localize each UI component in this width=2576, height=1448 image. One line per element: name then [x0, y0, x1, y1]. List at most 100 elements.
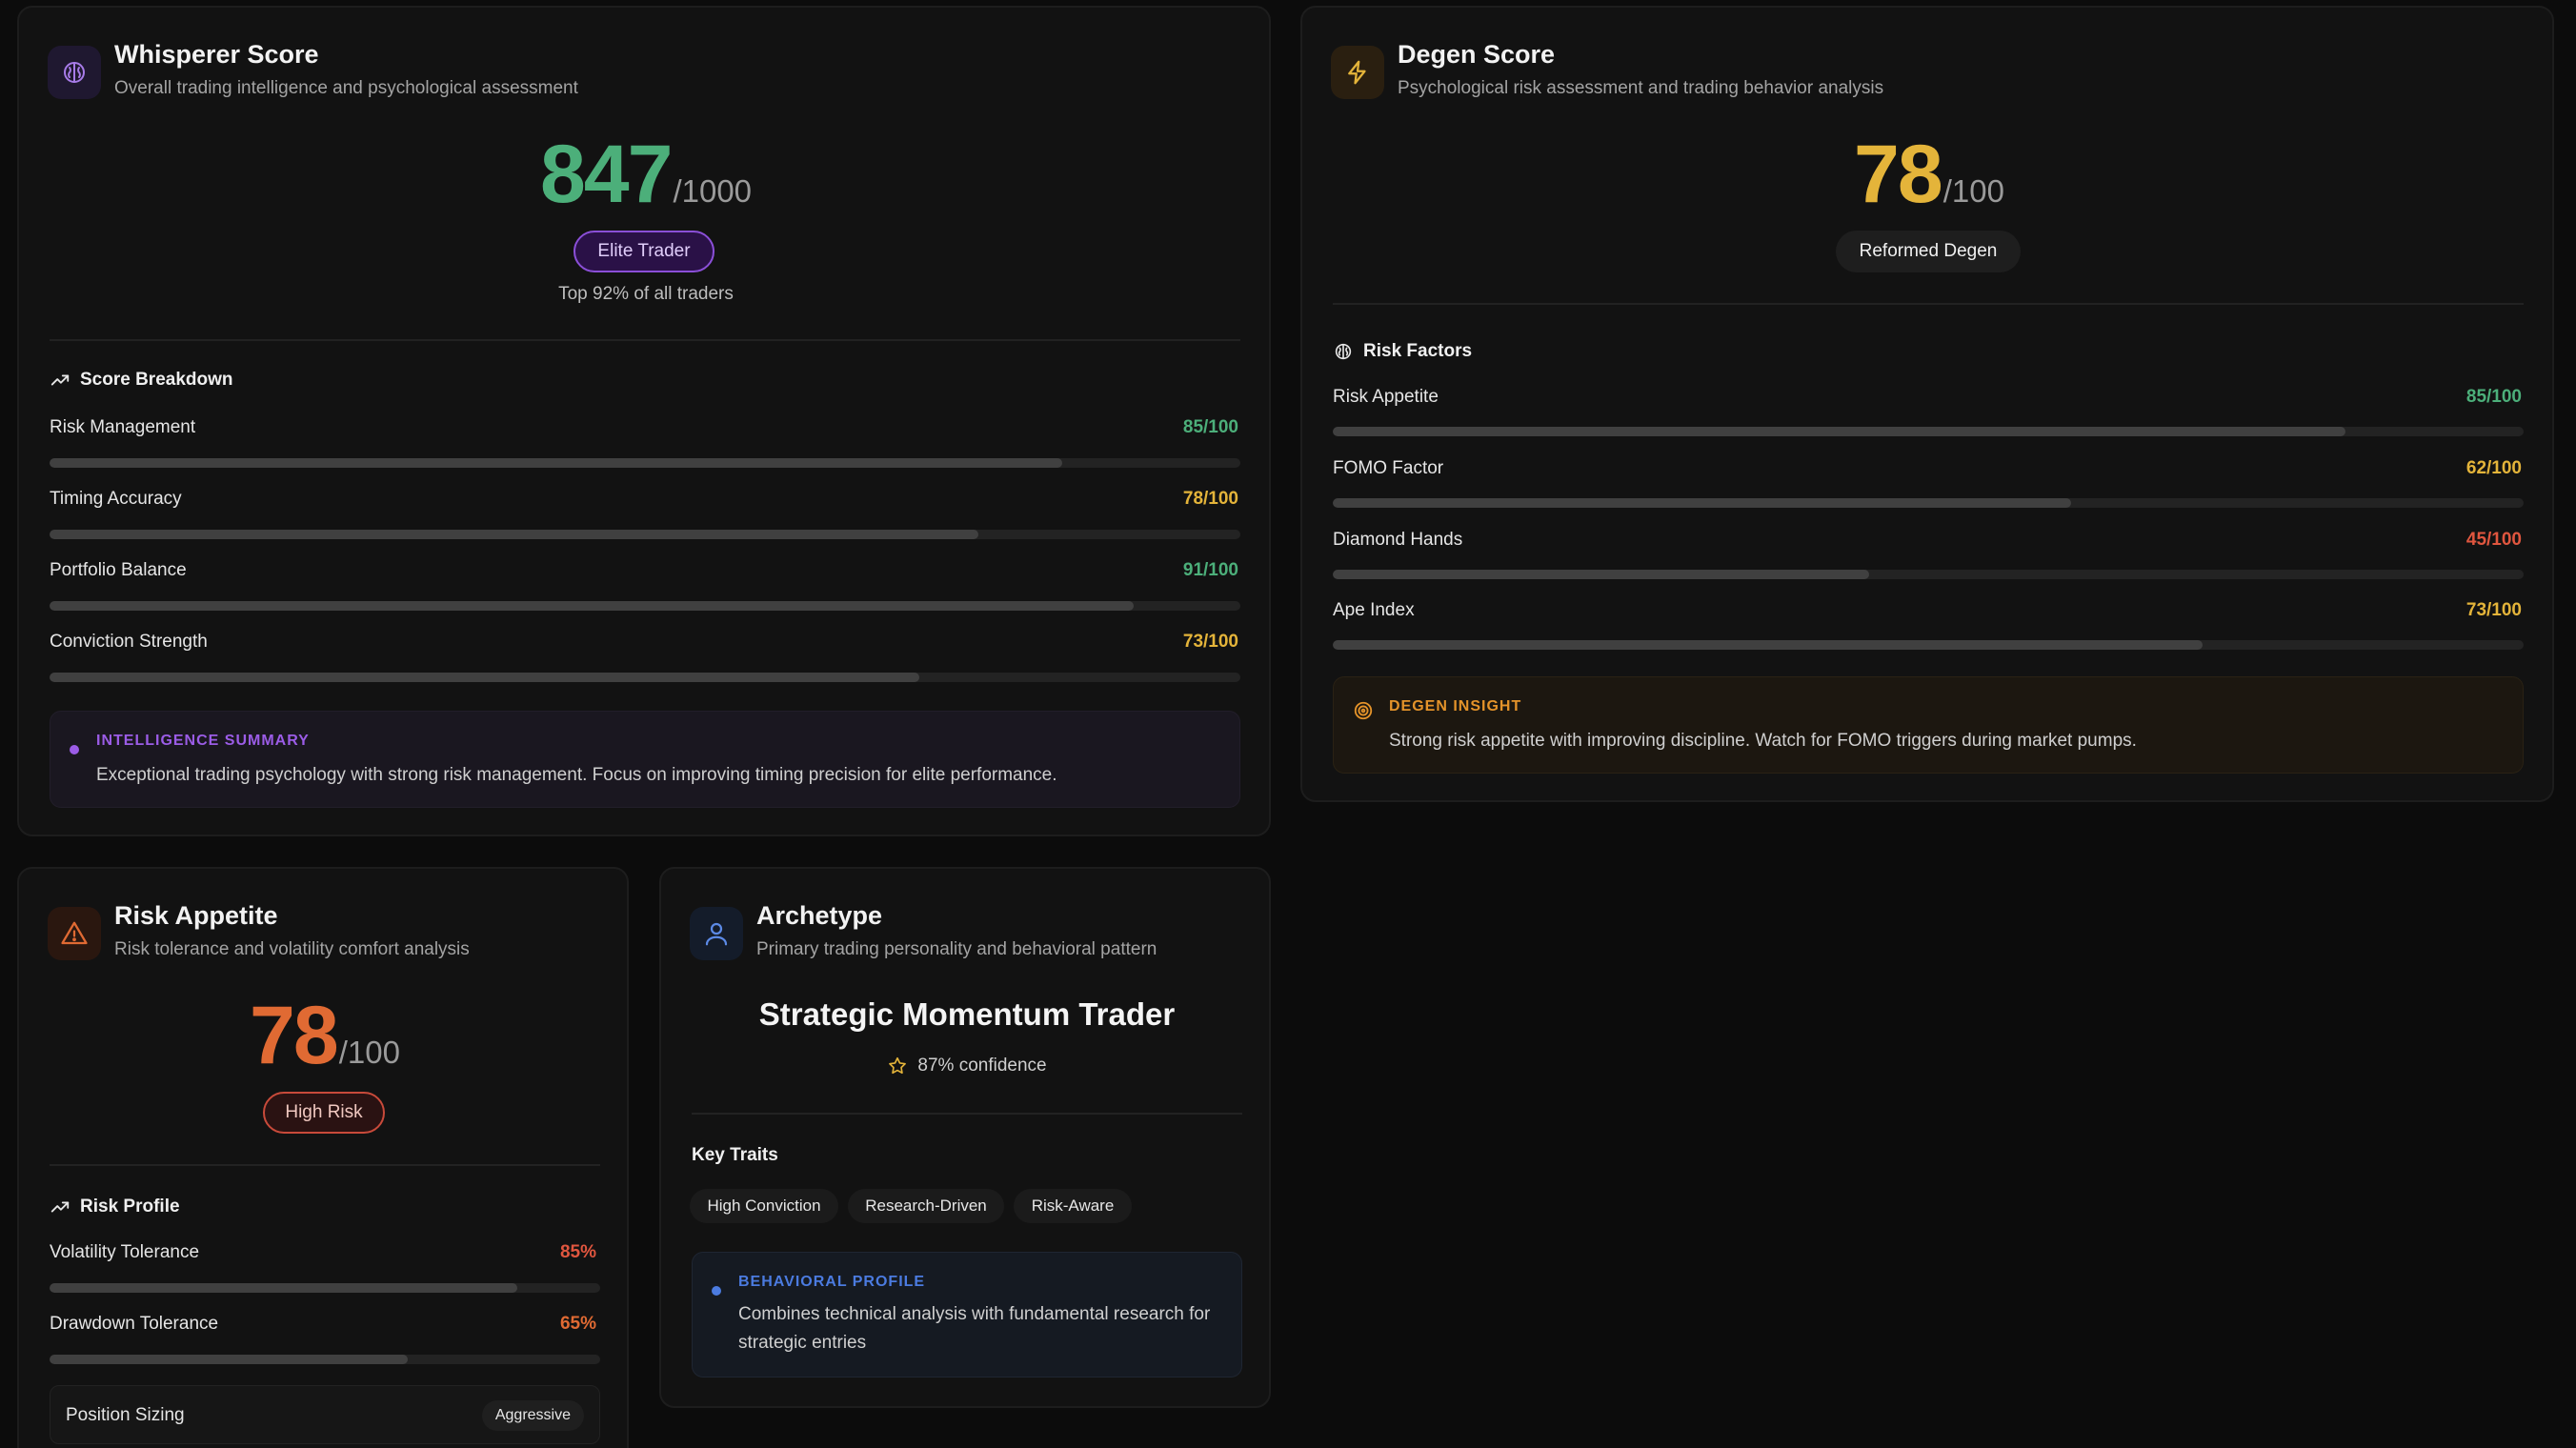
risk-title: Risk Appetite: [114, 901, 278, 930]
metric-value: 78/100: [1182, 489, 1238, 509]
metric-bar: [50, 458, 1240, 468]
metric-label: Conviction Strength: [50, 632, 208, 652]
archetype-confidence: 87% confidence: [661, 1056, 1273, 1076]
target-icon: [1354, 701, 1373, 720]
metric-bar: [50, 1355, 600, 1364]
divider: [692, 1113, 1242, 1115]
metric-bar: [1333, 427, 2524, 436]
metric-bar-fill: [50, 673, 919, 682]
metric-bar: [50, 673, 1240, 682]
degen-subtitle: Psychological risk assessment and tradin…: [1398, 78, 1884, 98]
key-traits-title: Key Traits: [692, 1145, 778, 1165]
whisperer-score-value: 847: [539, 129, 673, 220]
metric-label: Drawdown Tolerance: [50, 1314, 219, 1334]
risk-score: 78 /100: [19, 995, 631, 1076]
metric-value: 45/100: [2465, 530, 2522, 550]
archetype-name: Strategic Momentum Trader: [758, 996, 1176, 1032]
metric-bar: [1333, 498, 2524, 508]
metric-bar: [50, 1283, 600, 1293]
archetype-title: Archetype: [756, 901, 883, 930]
degen-title: Degen Score: [1398, 40, 1556, 69]
behavioral-profile: BEHAVIORAL PROFILE Combines technical an…: [692, 1252, 1242, 1378]
trending-up-icon: [50, 374, 70, 386]
confidence-text: 87% confidence: [917, 1056, 1047, 1076]
metric-bar: [1333, 640, 2524, 650]
metric-bar-fill: [50, 458, 1062, 468]
metric-value: 85%: [559, 1242, 596, 1262]
reformed-degen-badge: Reformed Degen: [1836, 231, 2021, 272]
archetype-card: Archetype Primary trading personality an…: [659, 867, 1271, 1408]
metric-bar: [50, 601, 1240, 611]
risk-factors-label: Risk Factors: [1363, 341, 1473, 361]
score-breakdown-label: Score Breakdown: [80, 370, 233, 390]
profile-tag: BEHAVIORAL PROFILE: [738, 1274, 926, 1290]
warning-icon: [48, 907, 101, 960]
metric-bar-fill: [50, 1283, 518, 1293]
trait-chip: Risk-Aware: [1014, 1189, 1132, 1223]
metric-bar-fill: [1333, 427, 2345, 436]
metric-bar-fill: [50, 530, 978, 539]
degen-score-card: Degen Score Psychological risk assessmen…: [1300, 6, 2554, 802]
whisperer-score: 847 /1000: [19, 133, 1273, 215]
risk-subtitle: Risk tolerance and volatility comfort an…: [114, 939, 470, 959]
metric-bar: [50, 530, 1240, 539]
divider: [50, 1164, 600, 1166]
position-sizing-row: Position Sizing Aggressive: [50, 1385, 600, 1444]
lightning-icon: [1331, 46, 1384, 99]
intelligence-summary: INTELLIGENCE SUMMARY Exceptional trading…: [50, 711, 1240, 808]
metric-value: 65%: [559, 1314, 596, 1334]
summary-tag: INTELLIGENCE SUMMARY: [96, 733, 310, 749]
brain-icon: [48, 46, 101, 99]
position-sizing-value: Aggressive: [481, 1400, 584, 1431]
risk-profile-title: Risk Profile: [50, 1197, 180, 1217]
risk-score-denominator: /100: [338, 1035, 400, 1070]
archetype-subtitle: Primary trading personality and behavior…: [756, 939, 1157, 959]
metric-bar: [1333, 570, 2524, 579]
metric-bar-fill: [1333, 640, 2203, 650]
metric-label: Diamond Hands: [1333, 530, 1463, 550]
insight-text: Strong risk appetite with improving disc…: [1389, 731, 2137, 751]
metric-label: FOMO Factor: [1333, 458, 1444, 478]
profile-text: Combines technical analysis with fundame…: [738, 1304, 1211, 1353]
whisperer-score-denominator: /1000: [673, 173, 753, 209]
metric-value: 85/100: [1182, 417, 1238, 437]
user-icon: [690, 907, 743, 960]
degen-score-value: 78: [1854, 129, 1943, 220]
metric-label: Risk Appetite: [1333, 387, 1439, 407]
risk-score-value: 78: [250, 990, 339, 1081]
whisperer-rank-text: Top 92% of all traders: [558, 284, 734, 304]
high-risk-badge: High Risk: [263, 1092, 385, 1134]
metric-value: 85/100: [2465, 387, 2522, 407]
metric-value: 91/100: [1182, 560, 1238, 580]
metric-label: Risk Management: [50, 417, 196, 437]
whisperer-subtitle: Overall trading intelligence and psychol…: [114, 78, 578, 98]
metric-label: Portfolio Balance: [50, 560, 187, 580]
metric-bar-fill: [50, 601, 1134, 611]
position-sizing-label: Position Sizing: [66, 1405, 185, 1425]
divider: [50, 339, 1240, 341]
summary-text: Exceptional trading psychology with stro…: [96, 765, 1057, 785]
trending-up-icon: [50, 1201, 70, 1213]
metric-value: 62/100: [2465, 458, 2522, 478]
metric-label: Volatility Tolerance: [50, 1242, 200, 1262]
metric-value: 73/100: [1182, 632, 1238, 652]
insight-tag: DEGEN INSIGHT: [1389, 698, 1522, 714]
degen-insight: DEGEN INSIGHT Strong risk appetite with …: [1333, 676, 2524, 774]
trait-chip: High Conviction: [690, 1189, 838, 1223]
whisperer-title: Whisperer Score: [114, 40, 319, 69]
metric-label: Ape Index: [1333, 600, 1415, 620]
risk-appetite-card: Risk Appetite Risk tolerance and volatil…: [17, 867, 629, 1448]
star-icon: [889, 1056, 907, 1075]
degen-score: 78 /100: [1302, 133, 2556, 215]
elite-trader-badge: Elite Trader: [574, 231, 714, 272]
whisperer-score-card: Whisperer Score Overall trading intellig…: [17, 6, 1271, 836]
brain-icon: [1335, 343, 1352, 360]
risk-factors-title: Risk Factors: [1333, 341, 1472, 362]
risk-profile-label: Risk Profile: [80, 1197, 180, 1217]
summary-dot: [70, 745, 79, 754]
divider: [1333, 303, 2524, 305]
degen-score-denominator: /100: [1942, 173, 2004, 209]
metric-bar-fill: [50, 1355, 408, 1364]
score-breakdown-title: Score Breakdown: [50, 370, 233, 391]
metric-label: Timing Accuracy: [50, 489, 182, 509]
